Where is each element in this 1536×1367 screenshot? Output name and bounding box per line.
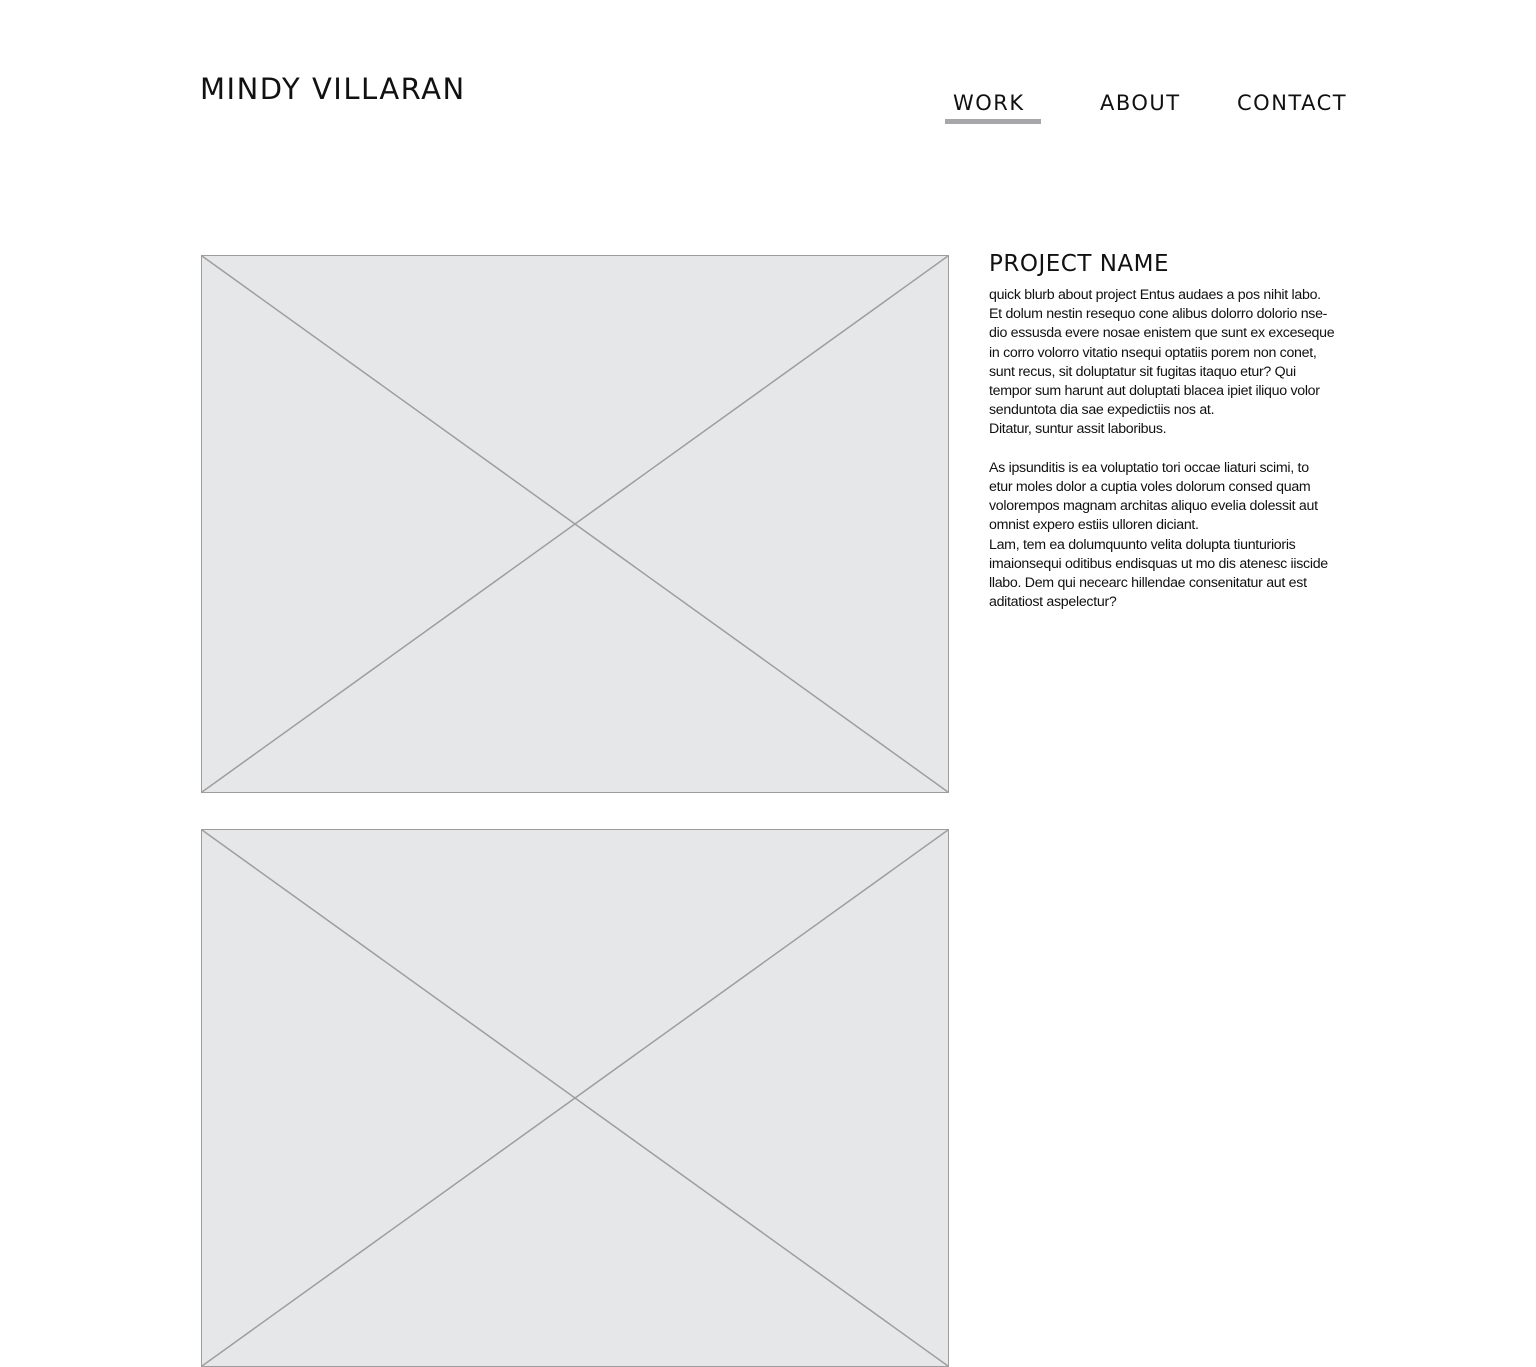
description-line: omnist expero estiis ulloren diciant.: [989, 517, 1199, 534]
description-line: tempor sum harunt aut doluptati blacea i…: [989, 383, 1320, 400]
description-line: quick blurb about project Entus audaes a…: [989, 287, 1321, 303]
description-line: imaionsequi oditibus endisquas ut mo dis…: [989, 555, 1328, 572]
project-image-placeholder[interactable]: [201, 829, 949, 1367]
description-line: in corro volorro vitatio nsequi optatiis…: [989, 344, 1317, 361]
nav-item-about[interactable]: ABOUT: [1100, 88, 1181, 118]
nav-active-indicator: [945, 119, 1041, 124]
description-line: Et dolum nestin resequo cone alibus dolo…: [989, 306, 1328, 323]
description-line: Lam, tem ea dolumquunto velita dolupta t…: [989, 536, 1296, 553]
description-line: aditatiost aspelectur?: [989, 594, 1117, 611]
image-placeholder-icon: [202, 256, 948, 792]
description-line: Ditatur, suntur assit laboribus.: [989, 421, 1167, 438]
description-line: dio essusda evere nosae enistem que sunt…: [989, 325, 1335, 342]
description-line: sunt recus, sit doluptatur sit fugitas i…: [989, 363, 1296, 380]
description-line: volorempos magnam architas aliquo evelia…: [989, 498, 1318, 515]
image-placeholder-icon: [202, 830, 948, 1366]
nav-item-work[interactable]: WORK: [953, 88, 1025, 118]
project-title: PROJECT NAME: [989, 251, 1170, 277]
project-description: quick blurb about project Entus audaes a…: [989, 286, 1357, 612]
description-line: As ipsunditis is ea voluptatio tori occa…: [989, 459, 1309, 476]
description-line: etur moles dolor a cuptia voles dolorum …: [989, 479, 1311, 496]
description-line: llabo. Dem qui necearc hillendae conseni…: [989, 575, 1307, 592]
project-image-placeholder[interactable]: [201, 255, 949, 793]
nav-item-contact[interactable]: CONTACT: [1237, 88, 1347, 118]
site-brand[interactable]: MINDY VILLARAN: [200, 70, 466, 108]
description-line: senduntota dia sae expedictiis nos at.: [989, 402, 1215, 419]
